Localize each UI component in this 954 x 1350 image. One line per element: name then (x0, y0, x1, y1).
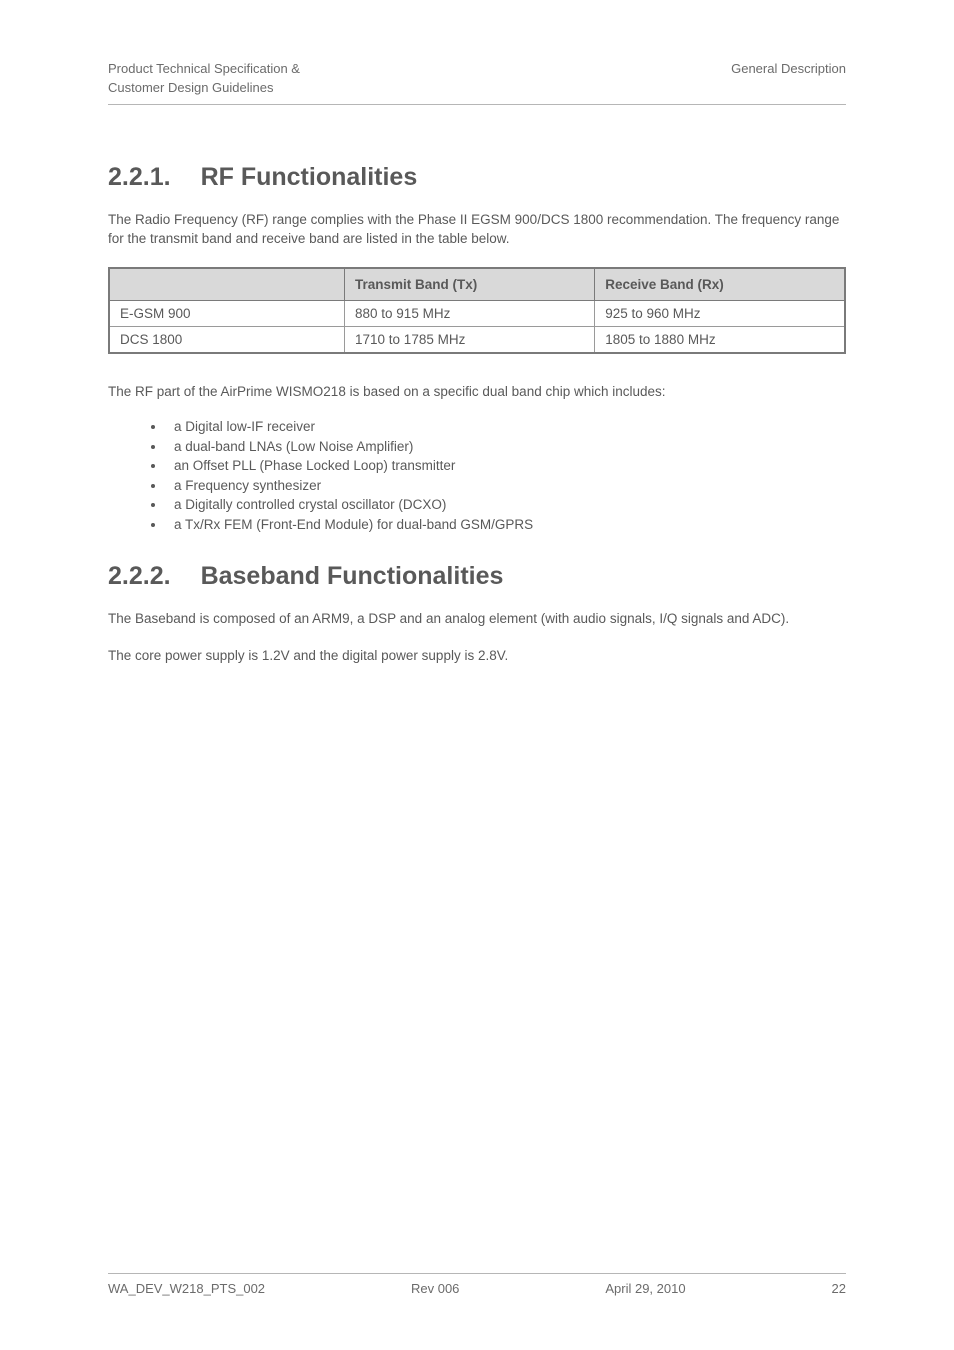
footer-doc-id: WA_DEV_W218_PTS_002 (108, 1281, 265, 1296)
header-left: Product Technical Specification & Custom… (108, 60, 300, 98)
header-divider (108, 104, 846, 105)
intro-line-1: The Radio Frequency (RF) range complies … (108, 212, 711, 227)
footer-rev: Rev 006 (411, 1281, 459, 1296)
section-222-para1: The Baseband is composed of an ARM9, a D… (108, 609, 846, 629)
section-221-number: 2.2.1. (108, 163, 171, 192)
list-item: an Offset PLL (Phase Locked Loop) transm… (166, 458, 846, 473)
col-tx-header: Transmit Band (Tx) (345, 268, 595, 301)
footer-date: April 29, 2010 (605, 1281, 685, 1296)
frequency-band-table: Transmit Band (Tx) Receive Band (Rx) E-G… (108, 267, 846, 354)
list-item: a Frequency synthesizer (166, 478, 846, 493)
section-222-number: 2.2.2. (108, 562, 171, 591)
footer-page: 22 (832, 1281, 846, 1296)
row-tx: 1710 to 1785 MHz (345, 326, 595, 353)
list-item: a Digitally controlled crystal oscillato… (166, 497, 846, 512)
header-left-line2: Customer Design Guidelines (108, 79, 300, 98)
section-221-intro: The Radio Frequency (RF) range complies … (108, 210, 846, 249)
rf-feature-list: a Digital low-IF receiver a dual-band LN… (166, 419, 846, 532)
section-222-title: Baseband Functionalities (201, 562, 504, 590)
col-blank (109, 268, 345, 301)
section-221-after-table: The RF part of the AirPrime WISMO218 is … (108, 382, 846, 402)
section-221-heading: 2.2.1. RF Functionalities (108, 163, 846, 192)
header-left-line1: Product Technical Specification & (108, 60, 300, 79)
page-footer: WA_DEV_W218_PTS_002 Rev 006 April 29, 20… (108, 1273, 846, 1296)
list-item: a dual-band LNAs (Low Noise Amplifier) (166, 439, 846, 454)
list-item: a Digital low-IF receiver (166, 419, 846, 434)
table-row: E-GSM 900 880 to 915 MHz 925 to 960 MHz (109, 300, 845, 326)
section-222-heading: 2.2.2. Baseband Functionalities (108, 562, 846, 591)
page-header: Product Technical Specification & Custom… (108, 60, 846, 98)
section-222-para2: The core power supply is 1.2V and the di… (108, 646, 846, 666)
row-rx: 1805 to 1880 MHz (595, 326, 845, 353)
table-header-row: Transmit Band (Tx) Receive Band (Rx) (109, 268, 845, 301)
footer-divider (108, 1273, 846, 1274)
table-row: DCS 1800 1710 to 1785 MHz 1805 to 1880 M… (109, 326, 845, 353)
section-221-title: RF Functionalities (201, 163, 418, 191)
row-name: E-GSM 900 (109, 300, 345, 326)
row-name: DCS 1800 (109, 326, 345, 353)
row-rx: 925 to 960 MHz (595, 300, 845, 326)
header-right: General Description (731, 60, 846, 79)
col-rx-header: Receive Band (Rx) (595, 268, 845, 301)
row-tx: 880 to 915 MHz (345, 300, 595, 326)
list-item: a Tx/Rx FEM (Front-End Module) for dual-… (166, 517, 846, 532)
